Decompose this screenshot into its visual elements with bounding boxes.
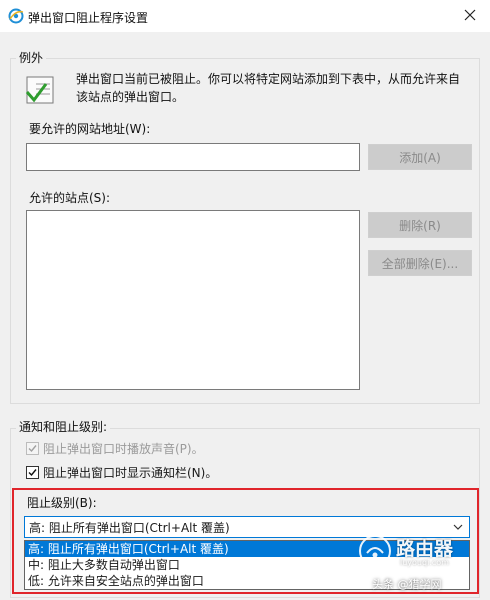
play-sound-checkbox[interactable] <box>26 442 39 455</box>
window-title: 弹出窗口阻止程序设置 <box>28 11 149 25</box>
watermark-url: luyouqi.com <box>400 558 449 567</box>
internet-explorer-icon <box>8 8 24 24</box>
watermark: 路由器 luyouqi.com 头条 @猎学网 <box>358 532 478 594</box>
allowed-sites-label: 允许的站点(S): <box>29 191 111 205</box>
add-button[interactable]: 添加(A) <box>368 144 472 170</box>
watermark-author: 头条 @猎学网 <box>372 578 442 591</box>
exceptions-group-label: 例外 <box>16 49 47 66</box>
notifications-group-label: 通知和阻止级别: <box>16 418 111 435</box>
remove-all-button[interactable]: 全部删除(E)... <box>368 250 472 276</box>
play-sound-label: 阻止弹出窗口时播放声音(P)。 <box>43 442 204 456</box>
remove-button[interactable]: 删除(R) <box>368 212 472 238</box>
show-notification-bar-option[interactable]: 阻止弹出窗口时显示通知栏(N)。 <box>26 464 217 481</box>
blocking-level-label: 阻止级别(B): <box>27 496 97 510</box>
show-notification-bar-checkbox[interactable] <box>26 466 39 479</box>
close-button[interactable] <box>450 0 490 30</box>
website-address-input[interactable] <box>26 143 360 171</box>
chevron-down-icon <box>453 524 463 530</box>
title-bar: 弹出窗口阻止程序设置 <box>0 0 490 32</box>
exceptions-description-line2: 该站点的弹出窗口。 <box>76 90 185 104</box>
show-notification-bar-label: 阻止弹出窗口时显示通知栏(N)。 <box>43 466 218 480</box>
allowed-sites-list[interactable] <box>26 210 360 390</box>
blocking-level-selected: 高: 阻止所有弹出窗口(Ctrl+Alt 覆盖) <box>29 520 230 535</box>
checkmark-icon <box>28 445 37 453</box>
close-icon <box>464 9 476 21</box>
checkmark-icon <box>28 469 37 477</box>
play-sound-option[interactable]: 阻止弹出窗口时播放声音(P)。 <box>26 440 204 457</box>
exceptions-description-line1: 弹出窗口当前已被阻止。你可以将特定网站添加到下表中，从而允许来自 <box>76 72 461 86</box>
website-address-label: 要允许的网站地址(W): <box>29 122 151 136</box>
watermark-title: 路由器 <box>396 538 454 560</box>
checklist-icon <box>25 76 54 104</box>
router-logo-icon <box>359 535 391 567</box>
